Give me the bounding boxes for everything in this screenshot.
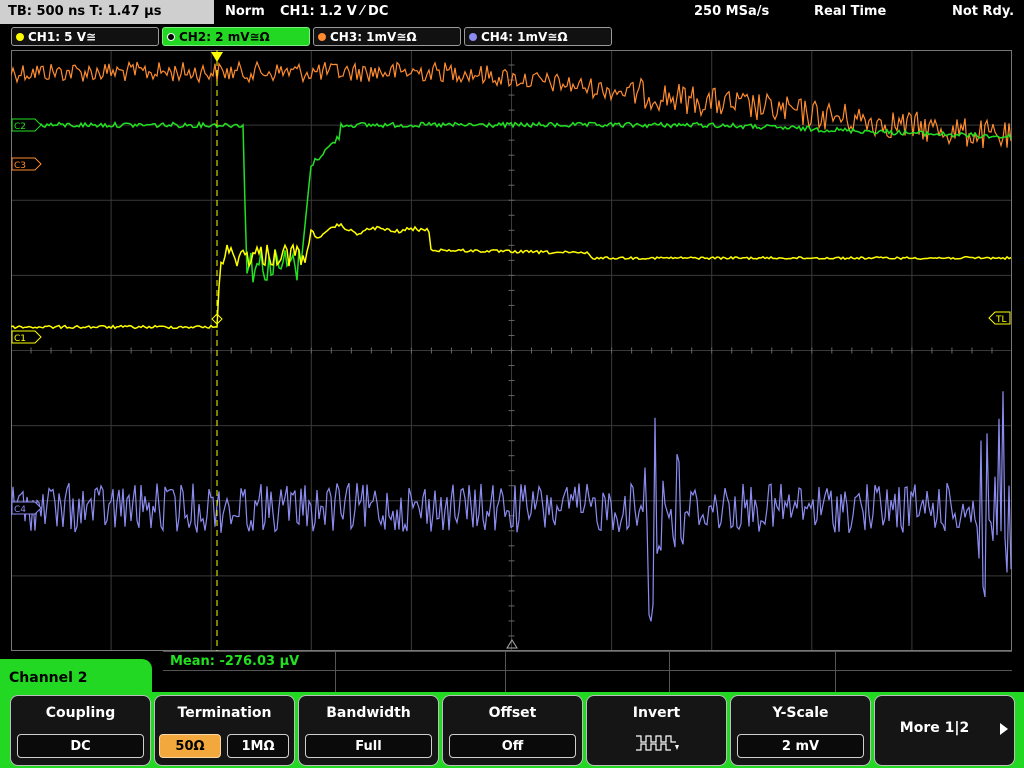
tab-ch1-label: CH1: 5 V≅ bbox=[28, 30, 97, 44]
tab-ch2[interactable]: CH2: 2 mV≅Ω bbox=[162, 27, 310, 46]
more-label: More 1|2 bbox=[899, 720, 970, 736]
offset-softkey[interactable]: Offset Off bbox=[442, 695, 583, 766]
bandwidth-title: Bandwidth bbox=[326, 705, 411, 721]
ch2-offset-marker[interactable]: C2 bbox=[11, 118, 42, 132]
trigger-mode[interactable]: Norm bbox=[225, 4, 265, 19]
ch1-offset-marker[interactable]: C1 bbox=[11, 330, 42, 344]
status-bar: TB: 500 ns T: 1.47 µs Norm CH1: 1.2 V ⁄ … bbox=[0, 0, 1024, 26]
svg-text:C2: C2 bbox=[14, 122, 26, 132]
yscale-softkey[interactable]: Y-Scale 2 mV bbox=[730, 695, 871, 766]
svg-text:C3: C3 bbox=[14, 161, 26, 171]
ch1-color-icon bbox=[16, 33, 24, 41]
trigger-readout[interactable]: CH1: 1.2 V ⁄ DC bbox=[280, 4, 388, 19]
ch3-offset-marker[interactable]: C3 bbox=[11, 157, 42, 171]
trigger-status: Not Rdy. bbox=[952, 4, 1015, 19]
ch4-offset-marker[interactable]: C4 bbox=[11, 501, 42, 515]
chevron-right-icon bbox=[1000, 723, 1008, 735]
invert-title: Invert bbox=[632, 705, 681, 721]
invert-softkey[interactable]: Invert bbox=[586, 695, 727, 766]
softkey-bar: Coupling DC Termination 50Ω 1MΩ Bandwidt… bbox=[0, 692, 1024, 768]
yscale-value[interactable]: 2 mV bbox=[737, 734, 864, 758]
offset-value[interactable]: Off bbox=[449, 734, 576, 758]
svg-text:C4: C4 bbox=[14, 505, 26, 515]
termination-softkey[interactable]: Termination 50Ω 1MΩ bbox=[154, 695, 295, 766]
mean-measurement[interactable]: Mean: -276.03 µV bbox=[170, 654, 299, 669]
invert-waveform-icon bbox=[636, 735, 679, 751]
coupling-title: Coupling bbox=[45, 705, 116, 721]
svg-text:TL: TL bbox=[995, 315, 1007, 325]
termination-1mohm-option[interactable]: 1MΩ bbox=[227, 734, 289, 758]
tab-ch4-label: CH4: 1mV≅Ω bbox=[481, 30, 568, 44]
tab-ch2-label: CH2: 2 mV≅Ω bbox=[179, 30, 270, 44]
more-softkey[interactable]: More 1|2 bbox=[874, 695, 1015, 766]
svg-text:C1: C1 bbox=[14, 334, 26, 344]
termination-title: Termination bbox=[177, 705, 272, 721]
tab-ch3[interactable]: CH3: 1mV≅Ω bbox=[313, 27, 461, 46]
offset-title: Offset bbox=[488, 705, 537, 721]
sample-rate: 250 MSa/s bbox=[694, 4, 770, 19]
measurement-bar: Mean: -276.03 µV bbox=[163, 651, 1012, 692]
coupling-softkey[interactable]: Coupling DC bbox=[10, 695, 151, 766]
waveform-display[interactable]: C3 C2 C1 C4 TL bbox=[11, 50, 1012, 651]
bandwidth-value[interactable]: Full bbox=[305, 734, 432, 758]
ch2-color-icon bbox=[167, 33, 175, 41]
bandwidth-softkey[interactable]: Bandwidth Full bbox=[298, 695, 439, 766]
ch3-color-icon bbox=[318, 33, 326, 41]
termination-50ohm-option[interactable]: 50Ω bbox=[159, 734, 221, 758]
ch4-color-icon bbox=[469, 33, 477, 41]
tab-ch4[interactable]: CH4: 1mV≅Ω bbox=[464, 27, 612, 46]
tab-ch3-label: CH3: 1mV≅Ω bbox=[330, 30, 417, 44]
timebase-readout[interactable]: TB: 500 ns T: 1.47 µs bbox=[0, 0, 214, 24]
tab-ch1[interactable]: CH1: 5 V≅ bbox=[11, 27, 159, 46]
acquisition-mode[interactable]: Real Time bbox=[814, 4, 886, 19]
coupling-value[interactable]: DC bbox=[17, 734, 144, 758]
yscale-title: Y-Scale bbox=[772, 705, 829, 721]
